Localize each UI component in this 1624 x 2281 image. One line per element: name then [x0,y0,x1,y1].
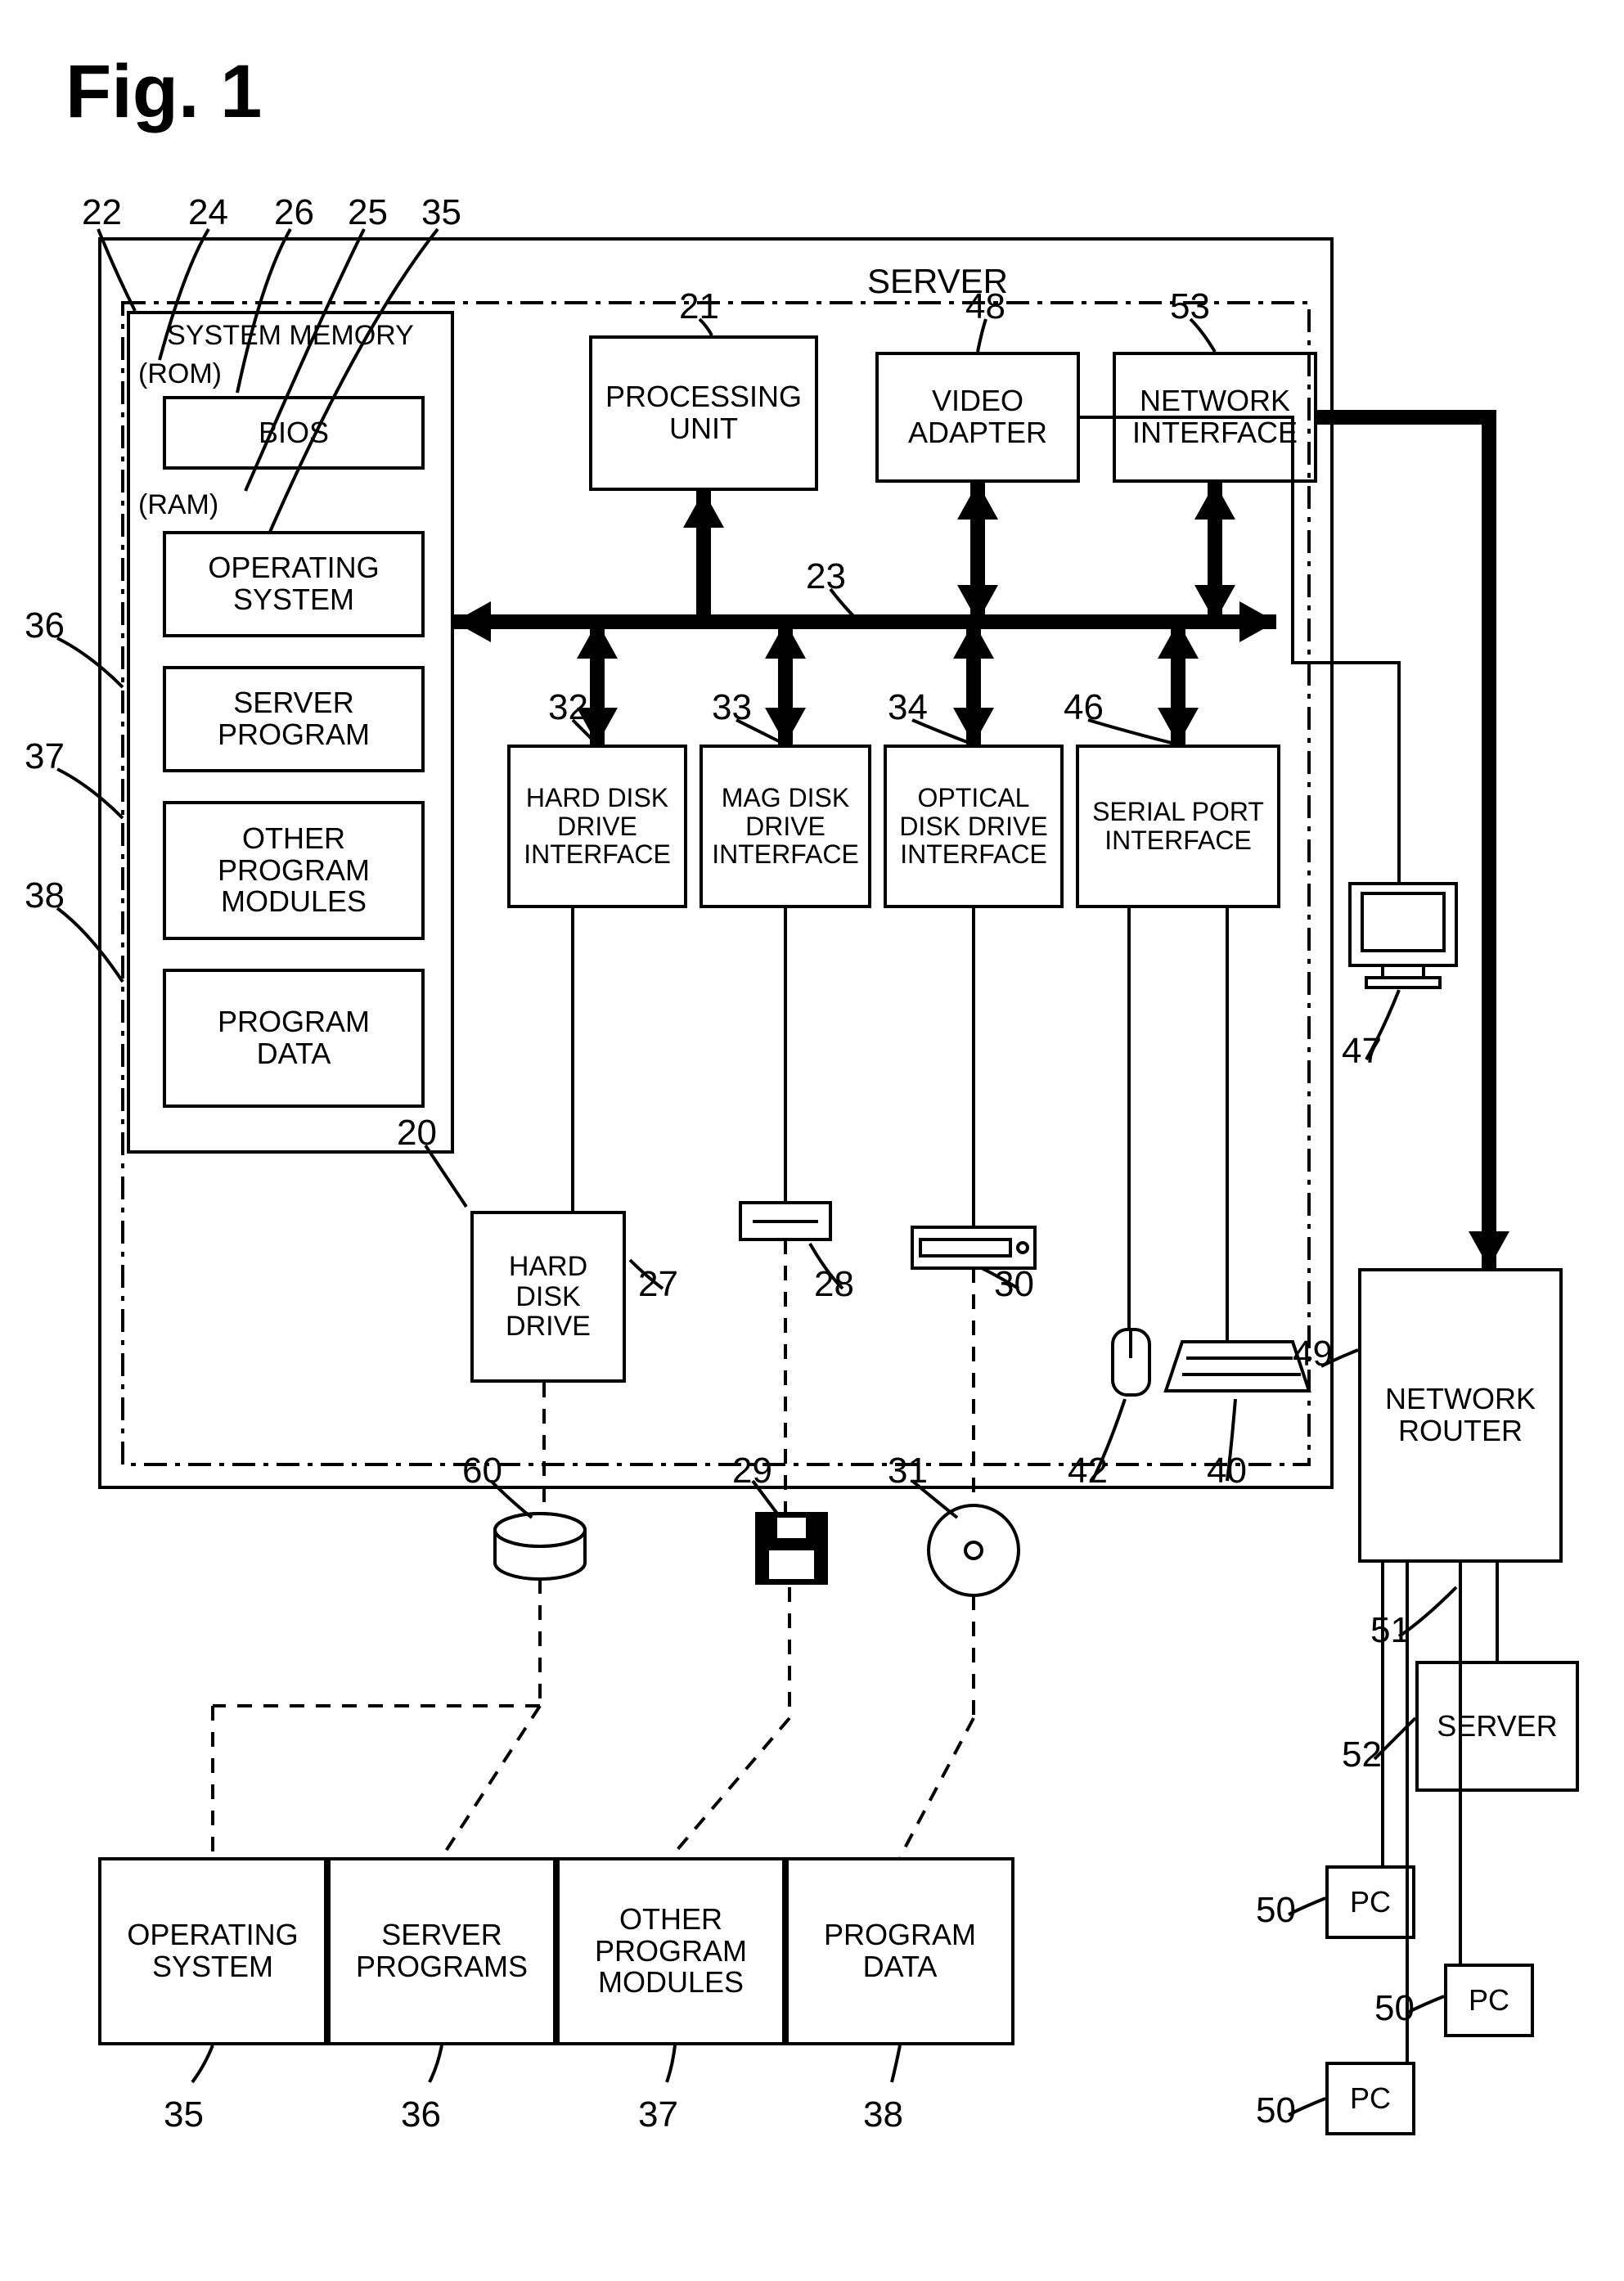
hdd-interface-box: HARD DISK DRIVE INTERFACE [507,745,687,908]
callout-46: 46 [1064,687,1104,728]
optical-disc-icon [929,1505,1019,1595]
server2-label: SERVER [1419,1709,1576,1744]
monitor-icon [1350,884,1456,988]
bios-box: BIOS [163,396,425,470]
callout-24: 24 [188,192,228,233]
bottom-os-box: OPERATING SYSTEM [98,1857,327,2045]
callout-30: 30 [994,1264,1034,1305]
callout-21: 21 [679,286,719,327]
bottom-program-data-box: PROGRAM DATA [785,1857,1014,2045]
figure-label: Fig. 1 [65,49,262,135]
program-data-box: PROGRAM DATA [163,969,425,1108]
server-program-label: SERVER PROGRAM [166,686,421,753]
callout-37: 37 [638,2094,678,2135]
other-program-modules-label: OTHER PROGRAM MODULES [166,821,421,920]
callout-42: 42 [1068,1451,1108,1491]
hdd-interface-label: HARD DISK DRIVE INTERFACE [511,782,684,871]
os-ram-label: OPERATING SYSTEM [166,551,421,618]
callout-35b: 35 [421,192,461,233]
ram-label: (RAM) [138,490,218,520]
callout-49: 49 [1293,1334,1333,1374]
serial-interface-label: SERIAL PORT INTERFACE [1079,796,1277,856]
callout-47: 47 [1342,1031,1382,1072]
video-adapter-label: VIDEO ADAPTER [879,384,1077,451]
mag-interface-box: MAG DISK DRIVE INTERFACE [700,745,871,908]
callout-52: 52 [1342,1734,1382,1775]
server-program-box: SERVER PROGRAM [163,666,425,772]
pc-label-b: PC [1447,1983,1531,2018]
callout-20: 20 [397,1113,437,1154]
bottom-program-data-label: PROGRAM DATA [789,1918,1011,1985]
callout-50c: 50 [1256,2090,1296,2131]
callout-38b: 38 [25,875,65,916]
callout-48: 48 [965,286,1005,327]
callout-32: 32 [548,687,588,728]
callout-38: 38 [863,2094,903,2135]
callout-31: 31 [888,1451,928,1491]
mag-interface-label: MAG DISK DRIVE INTERFACE [703,782,868,871]
optical-interface-label: OPTICAL DISK DRIVE INTERFACE [887,782,1060,871]
system-memory-box: SYSTEM MEMORY (ROM) BIOS (RAM) OPERATING… [127,311,454,1154]
hdd-label: HARD DISK DRIVE [474,1250,623,1343]
bios-label: BIOS [166,416,421,451]
callout-50b: 50 [1374,1988,1415,2029]
bottom-server-programs-label: SERVER PROGRAMS [331,1918,553,1985]
hdd-box: HARD DISK DRIVE [470,1211,626,1383]
callout-26: 26 [274,192,314,233]
processing-unit-label: PROCESSING UNIT [592,380,815,447]
bottom-other-modules-box: OTHER PROGRAM MODULES [556,1857,785,2045]
processing-unit-box: PROCESSING UNIT [589,335,818,491]
pc-box-c: PC [1325,2062,1415,2135]
callout-22: 22 [82,192,122,233]
callout-36: 36 [401,2094,441,2135]
floppy-media-icon [757,1514,826,1583]
pc-label-a: PC [1329,1885,1412,1920]
bottom-os-label: OPERATING SYSTEM [101,1918,324,1985]
network-interface-box: NETWORK INTERFACE [1113,352,1317,483]
callout-29: 29 [732,1451,772,1491]
video-adapter-box: VIDEO ADAPTER [875,352,1080,483]
callout-33: 33 [712,687,752,728]
callout-25: 25 [348,192,388,233]
hdd-platter-icon [495,1514,585,1579]
callout-36b: 36 [25,605,65,646]
program-data-label: PROGRAM DATA [166,1005,421,1072]
network-interface-label: NETWORK INTERFACE [1116,384,1314,451]
system-memory-label: SYSTEM MEMORY [130,321,451,351]
callout-35: 35 [164,2094,204,2135]
optical-interface-box: OPTICAL DISK DRIVE INTERFACE [884,745,1064,908]
callout-51: 51 [1370,1610,1410,1651]
server2-box: SERVER [1415,1661,1579,1792]
pc-label-c: PC [1329,2081,1412,2117]
network-router-label: NETWORK ROUTER [1361,1382,1559,1449]
callout-23: 23 [806,556,846,597]
callout-27: 27 [638,1264,678,1305]
callout-37b: 37 [25,736,65,777]
os-ram-box: OPERATING SYSTEM [163,531,425,637]
pc-box-b: PC [1444,1964,1534,2037]
network-router-box: NETWORK ROUTER [1358,1268,1563,1563]
callout-40: 40 [1207,1451,1247,1491]
callout-28: 28 [814,1264,854,1305]
serial-interface-box: SERIAL PORT INTERFACE [1076,745,1280,908]
callout-60: 60 [462,1451,502,1491]
callout-34: 34 [888,687,928,728]
pc-box-a: PC [1325,1865,1415,1939]
bottom-other-modules-label: OTHER PROGRAM MODULES [560,1902,782,2001]
callout-50a: 50 [1256,1890,1296,1931]
bottom-server-programs-box: SERVER PROGRAMS [327,1857,556,2045]
callout-53: 53 [1170,286,1210,327]
rom-label: (ROM) [138,359,222,389]
other-program-modules-box: OTHER PROGRAM MODULES [163,801,425,940]
